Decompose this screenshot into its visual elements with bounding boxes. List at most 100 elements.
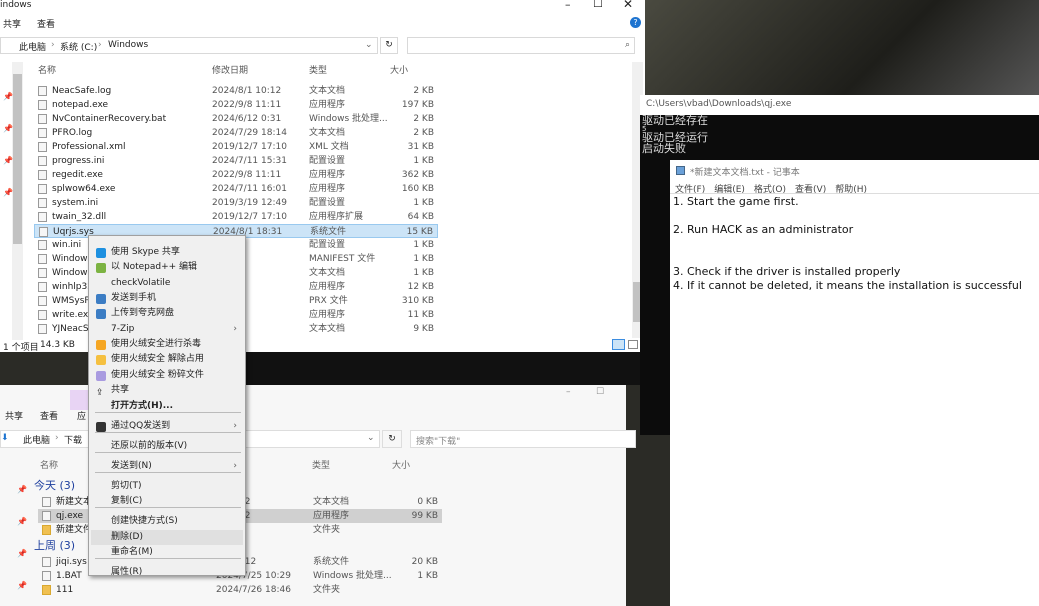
file-date: 2022/9/8 11:11 [212,170,282,180]
column-header-date[interactable]: 修改日期 [212,64,248,78]
menu-separator [95,452,241,453]
file-row[interactable]: splwow64.exe 2024/7/11 16:01 应用程序 160 KB [34,182,438,196]
file-row[interactable]: system.ini 2019/3/19 12:49 配置设置 1 KB [34,196,438,210]
menu-item[interactable]: 使用火绒安全进行杀毒 [91,337,243,352]
skype-icon [96,248,106,258]
file-name: Windows [52,254,93,264]
file-icon [38,296,47,306]
file-icon [38,100,47,110]
file-size: 310 KB [401,296,434,306]
file-name: Professional.xml [52,142,126,152]
file-type: 文本文档 [309,86,346,96]
file-date: 2024/8/1 10:12 [212,86,282,96]
menu-item[interactable]: checkVolatile [91,276,243,291]
menu-item[interactable]: 使用火绒安全 解除占用 [91,352,243,367]
column-header-name[interactable]: 名称 [38,64,56,78]
menu-item-label: 创建快捷方式(S) [111,516,178,526]
menu-separator [95,412,241,413]
breadcrumb-this-pc[interactable]: 此电脑 [23,433,50,446]
menu-item-label: 以 Notepad++ 编辑 [111,262,198,272]
column-header-type[interactable]: 类型 [312,458,330,471]
group-header[interactable]: 上周 (3) [34,537,75,553]
refresh-icon[interactable]: ↻ [382,430,402,448]
menu-item-label: 上传到夸克网盘 [111,308,175,318]
file-type: 文本文档 [309,128,346,138]
maximize-button[interactable]: ☐ [596,387,604,397]
console-output: 驱动已经存在 5 驱动已经运行 启动失败 [642,114,708,155]
notepad-text-area[interactable]: 1. Start the game first. 2. Run HACK as a… [673,195,1022,293]
column-header-size[interactable]: 大小 [390,64,408,78]
file-type: 配置设置 [309,240,346,250]
menu-item[interactable]: 7-Zip › [91,322,243,337]
file-icon [42,497,51,507]
window-title: indows [0,0,32,10]
file-size: 11 KB [407,310,434,320]
menu-item[interactable]: 以 Notepad++ 编辑 [91,260,243,275]
maximize-button[interactable]: ☐ [593,0,603,10]
huorong-shred-icon [96,371,106,381]
search-input[interactable]: 搜索"下载" [410,430,636,448]
breadcrumb-windows[interactable]: Windows [108,40,148,50]
file-size: 1 KB [413,254,434,264]
menu-item[interactable]: 发送到手机 [91,291,243,306]
file-row[interactable]: regedit.exe 2022/9/8 11:11 应用程序 362 KB [34,168,438,182]
menu-item-label: 通过QQ发送到 [111,421,171,431]
tab-share[interactable]: 共享 [3,17,21,30]
file-icon [38,268,47,278]
breadcrumb-downloads[interactable]: 下载 [64,433,82,446]
address-bar[interactable]: 此电脑 › 系统 (C:) › Windows ⌄ [0,37,378,54]
minimize-button[interactable]: – [566,387,571,397]
notepad-title: *新建文本文档.txt - 记事本 [690,168,800,178]
menu-item-label: 属性(R) [111,567,143,577]
file-size: 20 KB [411,557,438,567]
chevron-down-icon[interactable]: ⌄ [365,40,373,50]
group-header[interactable]: 今天 (3) [34,477,75,493]
breadcrumb-this-pc[interactable]: 此电脑 [19,40,46,53]
chevron-down-icon[interactable]: ⌄ [367,433,375,443]
file-row[interactable]: progress.ini 2024/7/11 15:31 配置设置 1 KB [34,154,438,168]
file-row[interactable]: notepad.exe 2022/9/8 11:11 应用程序 197 KB [34,98,438,112]
file-row[interactable]: NvContainerRecovery.bat 2024/6/12 0:31 Win… [34,112,438,126]
file-name: qj.exe [56,511,84,521]
file-size: 197 KB [401,100,434,110]
tab-view[interactable]: 查看 [40,409,58,422]
file-size: 1 KB [413,156,434,166]
file-row[interactable]: 111 2024/7/26 18:46 文件夹 [38,583,442,597]
column-header-size[interactable]: 大小 [392,458,410,471]
refresh-icon[interactable]: ↻ [380,37,398,54]
column-header-name[interactable]: 名称 [40,458,58,471]
file-type: 应用程序 [309,100,346,110]
close-button[interactable]: ✕ [623,0,633,11]
details-view-icon[interactable] [612,339,625,350]
menu-item[interactable]: 创建快捷方式(S) [91,514,243,529]
file-name: 新建文件 [56,525,93,535]
menu-item[interactable]: 使用 Skype 共享 [91,245,243,260]
file-row[interactable]: twain_32.dll 2019/12/7 17:10 应用程序扩展 64 KB [34,210,438,224]
file-row[interactable]: PFRO.log 2024/7/29 18:14 文本文档 2 KB [34,126,438,140]
file-icon [38,212,47,222]
menu-item[interactable]: 删除(D) [91,530,243,545]
large-icons-view-icon[interactable] [628,340,638,349]
file-row[interactable]: NeacSafe.log 2024/8/1 10:12 文本文档 2 KB [34,84,438,98]
search-input[interactable]: ⌕ [407,37,635,54]
file-name: system.ini [52,198,99,208]
tab-share[interactable]: 共享 [5,409,23,422]
tab-view[interactable]: 查看 [37,17,55,30]
file-name: regedit.exe [52,170,103,180]
menu-item[interactable]: 上传到夸克网盘 [91,306,243,321]
menu-item[interactable]: 使用火绒安全 粉碎文件 [91,368,243,383]
breadcrumb-c-drive[interactable]: 系统 (C:) [60,40,97,53]
menu-item[interactable]: 属性(R) [91,565,243,580]
help-icon[interactable]: ? [630,17,641,28]
file-size: 99 KB [411,511,438,521]
minimize-button[interactable]: – [565,0,571,11]
menu-item[interactable]: ⇪ 共享 [91,383,243,398]
file-type: 应用程序 [309,310,346,320]
column-header-type[interactable]: 类型 [309,64,327,78]
tab-app[interactable]: 应 [77,409,86,422]
file-row[interactable]: Professional.xml 2019/12/7 17:10 XML 文档 31 … [34,140,438,154]
file-icon [38,282,47,292]
nav-scrollbar[interactable] [12,62,23,340]
menu-item[interactable]: 剪切(T) [91,479,243,494]
file-icon [38,86,47,96]
